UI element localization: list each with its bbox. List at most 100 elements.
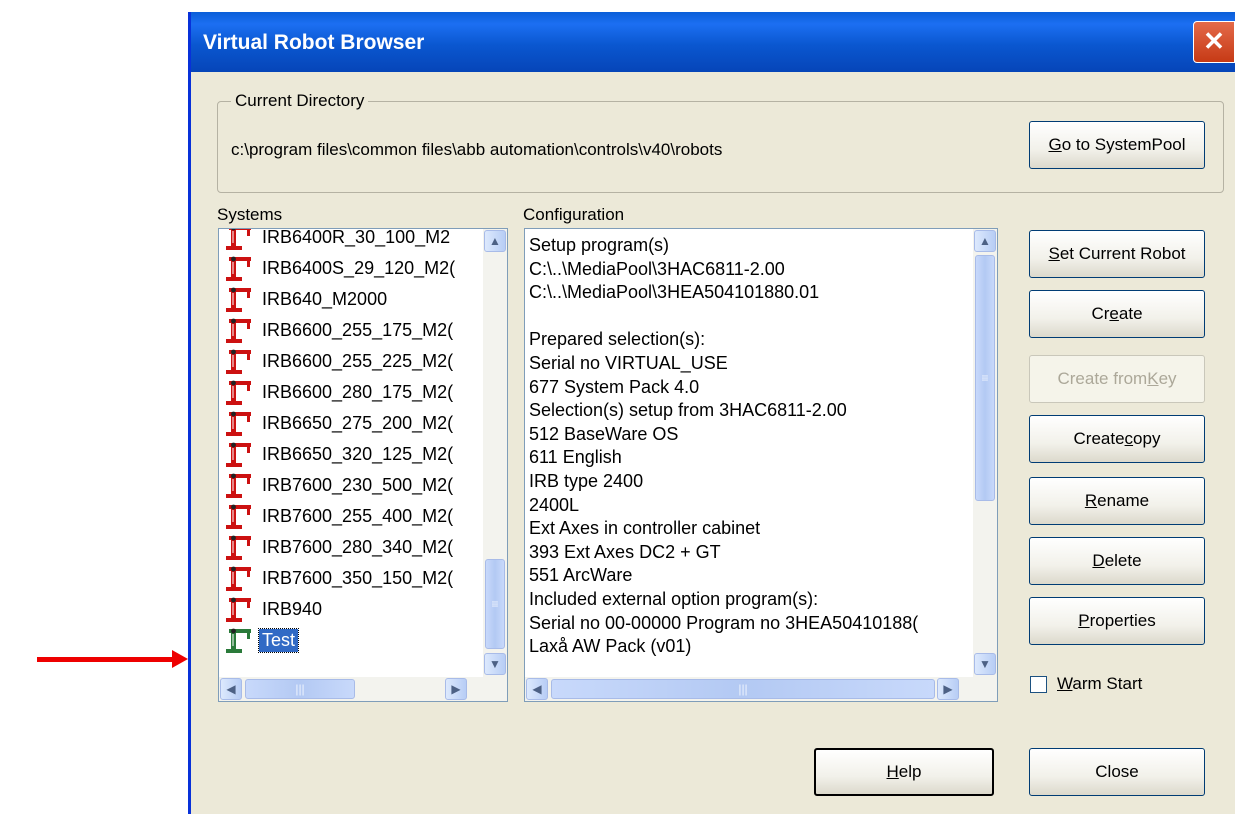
robot-icon-red — [223, 378, 259, 406]
robot-icon-red — [223, 285, 259, 313]
scroll-left-button[interactable]: ◀ — [526, 678, 548, 700]
list-item[interactable]: IRB640_M2000 — [223, 284, 390, 314]
go-to-systempool-button[interactable]: Go to SystemPool — [1029, 121, 1205, 169]
list-item[interactable]: IRB940 — [223, 594, 325, 624]
chevron-down-icon: ▼ — [979, 657, 991, 671]
configuration-line: 512 BaseWare OS — [529, 423, 679, 444]
scroll-thumb[interactable]: ≡ — [975, 255, 995, 501]
configuration-line: C:\..\MediaPool\3HEA504101880.01 — [529, 282, 820, 303]
list-item-label: IRB940 — [262, 598, 323, 619]
configuration-line: 551 ArcWare — [529, 565, 633, 586]
scroll-thumb[interactable]: ≡ — [485, 559, 505, 649]
scroll-down-button[interactable]: ▼ — [484, 653, 506, 675]
robot-icon-red — [223, 229, 259, 251]
robot-icon-red — [223, 471, 259, 499]
chevron-left-icon: ◀ — [532, 682, 542, 696]
list-item[interactable]: IRB6650_320_125_M2( — [223, 439, 456, 469]
virtual-robot-browser-dialog: Virtual Robot Browser ✕ Current Director… — [188, 12, 1235, 814]
close-button[interactable]: Close — [1029, 748, 1205, 796]
scroll-thumb-horizontal[interactable]: ||| — [245, 679, 355, 699]
create-from-key-button[interactable]: Create from Key — [1029, 355, 1205, 403]
list-item[interactable]: IRB6650_275_200_M2( — [223, 408, 456, 438]
scroll-right-button[interactable]: ▶ — [937, 678, 959, 700]
list-item-label: IRB6650_275_200_M2( — [262, 412, 454, 433]
list-item-label: IRB7600_255_400_M2( — [262, 505, 454, 526]
annotation-arrow-head — [172, 650, 188, 668]
warm-start-label[interactable]: Warm Start — [1057, 674, 1142, 694]
configuration-line: 2400L — [529, 494, 580, 515]
list-item[interactable]: IRB7600_350_150_M2( — [223, 563, 456, 593]
delete-button[interactable]: Delete — [1029, 537, 1205, 585]
current-directory-label: Current Directory — [231, 91, 369, 111]
scroll-up-button[interactable]: ▲ — [974, 230, 996, 252]
robot-icon-red — [223, 502, 259, 530]
scroll-left-button[interactable]: ◀ — [220, 678, 242, 700]
configuration-line: C:\..\MediaPool\3HAC6811-2.00 — [529, 258, 785, 279]
robot-icon-red — [223, 564, 259, 592]
systems-vertical-scrollbar[interactable]: ▲ ≡ ▼ — [483, 229, 507, 677]
configuration-listbox[interactable]: Setup program(s) C:\..\MediaPool\3HAC6811… — [524, 228, 998, 702]
window-title: Virtual Robot Browser — [203, 31, 425, 54]
chevron-up-icon: ▲ — [979, 234, 991, 248]
set-current-robot-button[interactable]: Set Current Robot — [1029, 230, 1205, 278]
configuration-vertical-scrollbar[interactable]: ▲ ≡ ▼ — [973, 229, 997, 677]
list-item[interactable]: IRB6400R_30_100_M2 — [223, 228, 453, 252]
configuration-line: Setup program(s) — [529, 235, 670, 255]
configuration-line: IRB type 2400 — [529, 471, 644, 491]
list-item-label: IRB6600_255_175_M2( — [262, 319, 454, 340]
configuration-line: 393 Ext Axes DC2 + GT — [529, 541, 721, 562]
list-item-label: IRB6650_320_125_M2( — [262, 443, 454, 464]
warm-start-checkbox[interactable] — [1030, 676, 1047, 693]
list-item-label: IRB7600_280_340_M2( — [262, 536, 454, 557]
robot-icon-red — [223, 254, 259, 282]
configuration-line: 677 System Pack 4.0 — [529, 376, 700, 397]
robot-icon-red — [223, 533, 259, 561]
chevron-down-icon: ▼ — [489, 657, 501, 671]
configuration-line: Included external option program(s): — [529, 589, 819, 609]
chevron-right-icon: ▶ — [943, 682, 953, 696]
create-button[interactable]: Cr e ate — [1029, 290, 1205, 338]
systems-horizontal-scrollbar[interactable]: ◀ ||| ▶ — [219, 677, 507, 701]
list-item-label: IRB6600_255_225_M2( — [262, 350, 454, 371]
list-item-label: IRB7600_230_500_M2( — [262, 474, 454, 495]
help-button[interactable]: Help — [814, 748, 994, 796]
list-item-label: IRB640_M2000 — [262, 288, 388, 309]
list-item[interactable]: IRB6600_255_225_M2( — [223, 346, 456, 376]
configuration-line: Laxå AW Pack (v01) — [529, 636, 692, 657]
configuration-line: Serial no 00-00000 Program no 3HEA504101… — [529, 612, 919, 633]
list-item-label: IRB6600_280_175_M2( — [262, 381, 454, 402]
scroll-up-button[interactable]: ▲ — [484, 230, 506, 252]
title-bar: Virtual Robot Browser ✕ — [191, 12, 1235, 72]
list-item-label: Test — [257, 627, 300, 653]
configuration-horizontal-scrollbar[interactable]: ◀ ||| ▶ — [525, 677, 997, 701]
rename-button[interactable]: Rename — [1029, 477, 1205, 525]
create-copy-button[interactable]: Create c opy — [1029, 415, 1205, 463]
scroll-right-button[interactable]: ▶ — [445, 678, 467, 700]
robot-icon-red — [223, 440, 259, 468]
configuration-line: Serial no VIRTUAL_USE — [529, 353, 728, 373]
scroll-down-button[interactable]: ▼ — [974, 653, 996, 675]
systems-listbox[interactable]: IRB6400R_30_100_M2 IRB6400S_29_120_M2( IRB… — [218, 228, 508, 702]
close-window-button[interactable]: ✕ — [1193, 21, 1235, 63]
configuration-line: 611 English — [529, 447, 622, 468]
list-item[interactable]: IRB7600_230_500_M2( — [223, 470, 456, 500]
configuration-line: Ext Axes in controller cabinet — [529, 518, 761, 539]
scroll-thumb-horizontal[interactable]: ||| — [551, 679, 935, 699]
list-item[interactable]: IRB6600_255_175_M2( — [223, 315, 456, 345]
list-item-label: IRB6400R_30_100_M2 — [262, 228, 451, 247]
list-item[interactable]: IRB7600_255_400_M2( — [223, 501, 456, 531]
current-directory-path: c:\program files\common files\abb automa… — [231, 140, 723, 159]
list-item[interactable]: IRB6400S_29_120_M2( — [223, 253, 458, 283]
annotation-arrow — [37, 657, 177, 662]
list-item-label: IRB6400S_29_120_M2( — [262, 257, 456, 278]
list-item[interactable]: Test — [223, 625, 300, 655]
list-item[interactable]: IRB6600_280_175_M2( — [223, 377, 456, 407]
robot-icon-green — [223, 626, 259, 654]
robot-icon-red — [223, 409, 259, 437]
properties-button[interactable]: Properties — [1029, 597, 1205, 645]
chevron-right-icon: ▶ — [451, 682, 461, 696]
list-item[interactable]: IRB7600_280_340_M2( — [223, 532, 456, 562]
robot-icon-red — [223, 347, 259, 375]
configuration-label: Configuration — [523, 205, 625, 224]
chevron-left-icon: ◀ — [226, 682, 236, 696]
